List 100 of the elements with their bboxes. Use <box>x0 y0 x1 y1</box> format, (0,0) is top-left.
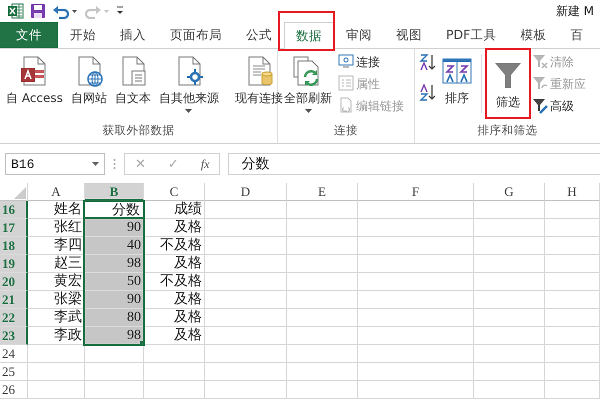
ribbon-button[interactable]: 筛选 <box>487 49 529 121</box>
table-cell: 90 <box>85 219 144 237</box>
table-cell <box>144 363 205 381</box>
column-header[interactable]: H <box>545 183 600 201</box>
table-cell <box>474 381 545 399</box>
ribbon-button[interactable]: 自 Access <box>3 49 66 121</box>
row-header[interactable]: 23 <box>0 327 28 345</box>
column-header[interactable]: C <box>144 183 205 201</box>
ribbon-tab[interactable]: 公式 <box>234 22 284 48</box>
list-icon <box>338 75 354 93</box>
row-header[interactable]: 18 <box>0 237 28 255</box>
spreadsheet-logo-icon[interactable] <box>8 3 24 19</box>
table-cell <box>287 219 358 237</box>
table-cell: 成绩 <box>144 201 205 219</box>
row-header[interactable]: 20 <box>0 273 28 291</box>
table-cell <box>474 219 545 237</box>
ribbon-tab[interactable]: 视图 <box>384 22 434 48</box>
table-cell <box>287 345 358 363</box>
caret-icon <box>92 162 99 166</box>
column-header[interactable]: F <box>358 183 474 201</box>
table-cell <box>28 363 85 381</box>
table-cell <box>287 201 358 219</box>
ribbon-button[interactable]: 自其他来源 <box>156 49 222 121</box>
ribbon-tab[interactable]: 数据 <box>284 22 334 49</box>
table-cell <box>474 327 545 345</box>
table-cell: 不及格 <box>144 273 205 291</box>
table-cell <box>287 327 358 345</box>
column-header[interactable]: D <box>205 183 287 201</box>
ribbon-tab[interactable]: 百 <box>558 22 596 48</box>
table-cell <box>287 363 358 381</box>
table-cell <box>85 381 144 399</box>
ribbon-button[interactable]: 自文本 <box>112 49 154 121</box>
table-cell <box>144 381 205 399</box>
table-cell: 不及格 <box>144 237 205 255</box>
dots-icon <box>113 158 116 170</box>
column-header[interactable]: B <box>85 183 144 201</box>
row-header[interactable]: 19 <box>0 255 28 273</box>
ribbon-tab[interactable]: 开始 <box>58 22 108 48</box>
row-header[interactable]: 17 <box>0 219 28 237</box>
table-cell: 及格 <box>144 309 205 327</box>
group-label: 获取外部数据 <box>102 122 176 139</box>
row-header[interactable]: 22 <box>0 309 28 327</box>
table-cell <box>545 381 600 399</box>
table-cell: 及格 <box>144 291 205 309</box>
sort-descending-icon[interactable] <box>418 82 436 102</box>
table-cell <box>474 363 545 381</box>
table-cell <box>545 273 600 291</box>
table-cell <box>474 255 545 273</box>
table-cell <box>545 327 600 345</box>
row-header[interactable]: 16 <box>0 201 28 219</box>
ribbon-tab[interactable]: PDF工具 <box>434 22 508 48</box>
highlight-frame <box>485 48 531 119</box>
filter-clear-icon <box>532 53 548 71</box>
table-cell <box>287 237 358 255</box>
sort-ascending-icon[interactable] <box>418 52 436 72</box>
filter-pencil-icon <box>532 97 548 115</box>
ribbon-button[interactable]: 自网站 <box>68 49 110 121</box>
ribbon-tab[interactable]: 文件 <box>0 22 58 48</box>
window-title: 新建 M <box>556 2 594 20</box>
row-header[interactable]: 21 <box>0 291 28 309</box>
table-cell <box>474 201 545 219</box>
ribbon-tab[interactable]: 模板 <box>508 22 558 48</box>
row-header[interactable]: 24 <box>0 345 28 363</box>
name-box[interactable]: B16 <box>5 153 105 175</box>
table-cell <box>474 291 545 309</box>
ribbon-small-button[interactable]: 高级 <box>531 96 587 116</box>
table-cell <box>474 345 545 363</box>
table-cell <box>287 309 358 327</box>
table-cell <box>85 363 144 381</box>
table-cell: 98 <box>85 327 144 345</box>
caret-icon <box>185 109 192 113</box>
column-header[interactable]: E <box>287 183 358 201</box>
table-cell <box>28 345 85 363</box>
table-cell <box>474 237 545 255</box>
ribbon-button[interactable]: 排序 <box>438 49 476 121</box>
ribbon-tab[interactable]: 页面布局 <box>158 22 234 48</box>
table-cell <box>545 255 600 273</box>
group-label: 排序和筛选 <box>476 122 538 139</box>
table-cell <box>545 291 600 309</box>
row-header[interactable]: 26 <box>0 381 28 399</box>
table-cell <box>545 345 600 363</box>
document-link-icon <box>338 97 354 115</box>
save-icon[interactable] <box>30 3 46 19</box>
table-cell <box>545 219 600 237</box>
table-cell <box>545 201 600 219</box>
ribbon-tab[interactable]: 插入 <box>108 22 158 48</box>
column-header[interactable]: G <box>474 183 545 201</box>
table-cell <box>474 309 545 327</box>
formula-field[interactable]: 分数 <box>228 153 600 175</box>
table-cell <box>287 255 358 273</box>
table-cell: 及格 <box>144 255 205 273</box>
undo-icon[interactable] <box>52 3 78 19</box>
row-header[interactable]: 25 <box>0 363 28 381</box>
table-cell <box>287 273 358 291</box>
ribbon-small-button[interactable]: 连接 <box>337 52 405 72</box>
insert-function-button[interactable]: fx <box>200 156 210 172</box>
highlight-frame <box>278 11 335 51</box>
caret-icon <box>304 109 312 113</box>
ribbon-tab[interactable]: 审阅 <box>334 22 384 48</box>
group-label: 连接 <box>333 122 359 139</box>
